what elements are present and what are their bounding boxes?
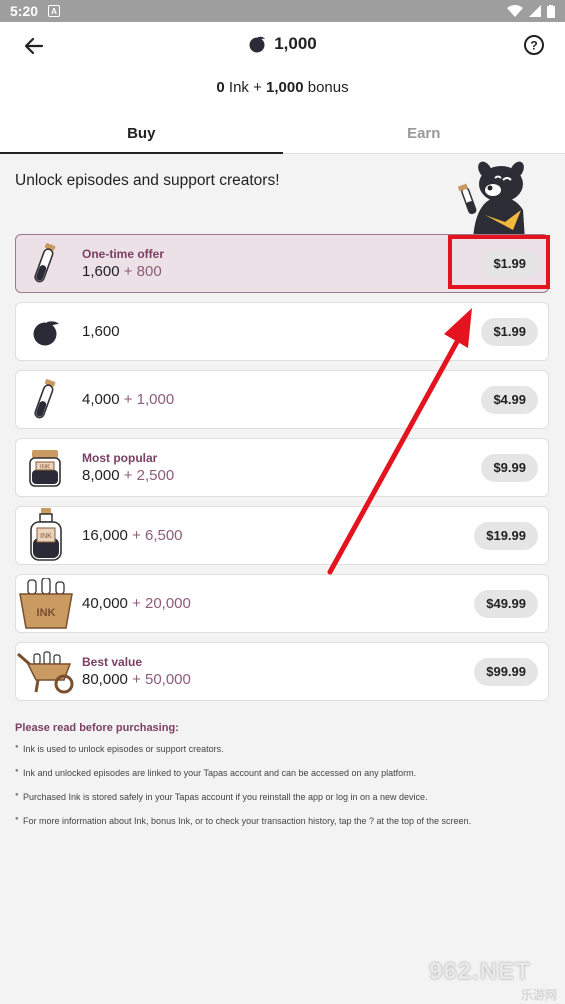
ink-vial-icon: [34, 378, 56, 418]
tab-bar: Buy Earn: [0, 116, 565, 154]
help-icon[interactable]: ?: [523, 34, 545, 56]
ink-balance-value: 1,000: [274, 34, 317, 53]
ink-offer-4000[interactable]: 4,000 + 1,000 $4.99: [15, 370, 549, 429]
note-item: Ink and unlocked episodes are linked to …: [15, 768, 545, 778]
ink-label: Ink +: [224, 79, 267, 96]
watermark-logo-text: 962.NET: [429, 958, 531, 985]
mascot-dog-illustration: [457, 161, 525, 240]
note-item: For more information about Ink, bonus In…: [15, 816, 545, 826]
tab-buy[interactable]: Buy: [0, 116, 283, 154]
ink-balance-title: 1,000: [0, 34, 565, 54]
bonus-amount: 1,000: [266, 79, 304, 96]
price-button[interactable]: $4.99: [481, 385, 538, 414]
ink-offer-best-value[interactable]: Best value 80,000 + 50,000 $99.99: [15, 642, 549, 701]
offer-base-amount: 1,600: [82, 263, 120, 280]
offer-base-amount: 1,600: [82, 323, 120, 340]
balance-summary: 0 Ink + 1,000 bonus: [0, 70, 565, 116]
ink-amount: 0: [216, 79, 225, 96]
purchase-notes: Please read before purchasing: Ink is us…: [15, 722, 545, 840]
bonus-label: bonus: [303, 79, 349, 96]
note-item: Ink is used to unlock episodes or suppor…: [15, 744, 545, 754]
offer-base-amount: 80,000: [82, 671, 128, 688]
price-button[interactable]: $19.99: [474, 521, 538, 550]
offer-tag: One-time offer: [82, 247, 165, 261]
svg-text:INK: INK: [37, 607, 56, 619]
price-button[interactable]: $49.99: [474, 589, 538, 618]
price-button[interactable]: $9.99: [481, 453, 538, 482]
ink-wheelbarrow-icon: [17, 650, 74, 693]
offer-tag: Most popular: [82, 451, 158, 465]
intro-text: Unlock episodes and support creators!: [15, 172, 280, 189]
ink-offer-16000[interactable]: INK 16,000 + 6,500 $19.99: [15, 506, 549, 565]
ink-jar-icon: INK: [29, 449, 61, 487]
site-watermark: 962.NET 乐游网: [429, 958, 557, 1002]
svg-text:INK: INK: [40, 464, 50, 470]
ink-offer-most-popular[interactable]: INK Most popular 8,000 + 2,500 $9.99: [15, 438, 549, 497]
ink-bottle-icon: INK: [30, 507, 62, 561]
svg-text:?: ?: [530, 39, 537, 53]
watermark-sub-text: 乐游网: [520, 988, 557, 1002]
offer-base-amount: 16,000: [82, 527, 128, 544]
notification-icon: A: [48, 5, 61, 17]
offer-base-amount: 8,000: [82, 467, 120, 484]
note-item: Purchased Ink is stored safely in your T…: [15, 792, 545, 802]
notes-heading: Please read before purchasing:: [15, 722, 179, 734]
signal-icon: [529, 5, 541, 17]
offer-bonus-amount: + 1,000: [123, 391, 175, 408]
ink-drop-icon: [249, 36, 266, 53]
offer-base-amount: 40,000: [82, 595, 128, 612]
tab-earn[interactable]: Earn: [283, 116, 565, 153]
status-bar: 5:20 A: [0, 0, 565, 22]
status-time: 5:20: [10, 3, 39, 19]
offer-tag: Best value: [82, 655, 143, 669]
ink-vial-icon: [34, 242, 56, 282]
annotation-highlight-box: [448, 235, 550, 289]
offer-base-amount: 4,000: [82, 391, 120, 408]
battery-icon: [547, 4, 555, 18]
offer-bonus-amount: + 800: [123, 263, 162, 280]
price-button[interactable]: $1.99: [481, 317, 538, 346]
offer-bonus-amount: + 2,500: [123, 467, 175, 484]
offer-bonus-amount: + 6,500: [132, 527, 183, 544]
offer-bonus-amount: + 20,000: [132, 595, 191, 612]
ink-offer-1600[interactable]: 1,600 $1.99: [15, 302, 549, 361]
ink-crate-icon: INK: [19, 577, 73, 629]
offer-bonus-amount: + 50,000: [132, 671, 191, 688]
price-button[interactable]: $99.99: [474, 657, 538, 686]
ink-drop-icon: [33, 320, 59, 345]
app-bar: 1,000 ?: [0, 22, 565, 70]
svg-text:INK: INK: [40, 533, 52, 540]
wifi-icon: [507, 5, 523, 17]
ink-offer-40000[interactable]: INK 40,000 + 20,000 $49.99: [15, 574, 549, 633]
